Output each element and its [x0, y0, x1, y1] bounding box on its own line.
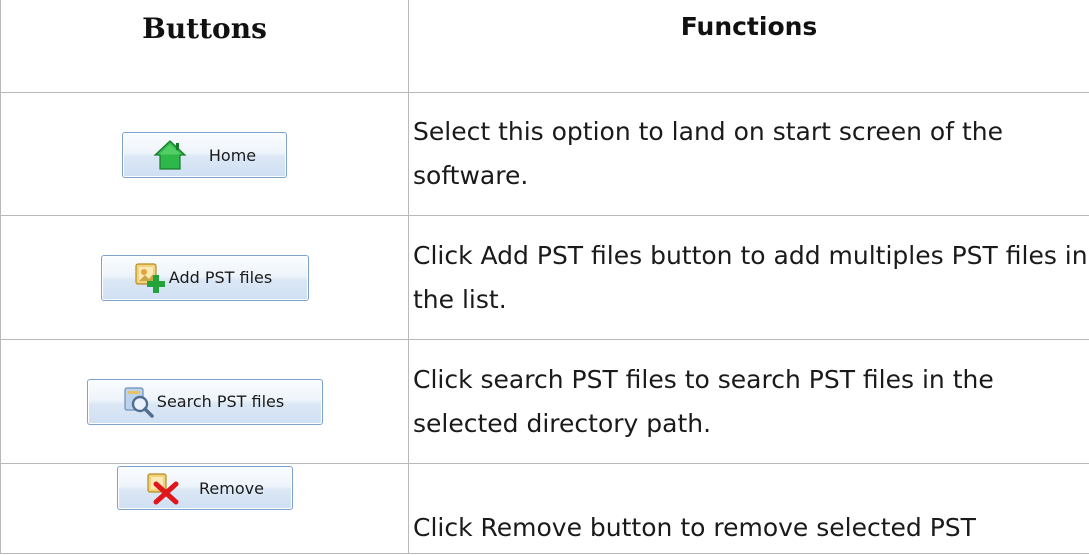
header-buttons-label: Buttons [142, 12, 267, 45]
table-row: Search PST files Click search PST files … [0, 339, 1089, 464]
buttons-functions-table: Buttons Functions Home Select this optio… [0, 0, 1089, 554]
function-description: Click search PST files to search PST fil… [408, 339, 1089, 464]
add-pst-files-button-label: Add PST files [168, 268, 273, 287]
home-button[interactable]: Home [122, 132, 287, 178]
header-buttons-cell: Buttons [0, 0, 409, 93]
remove-button[interactable]: Remove [116, 466, 293, 510]
add-pst-files-icon [133, 261, 167, 295]
search-pst-files-icon [121, 385, 155, 419]
table-row: Add PST files Click Add PST files button… [0, 215, 1089, 340]
home-button-label: Home [208, 145, 257, 165]
remove-icon [145, 471, 179, 505]
button-cell: Add PST files [0, 215, 409, 340]
home-icon [153, 138, 187, 172]
button-cell: Remove [0, 463, 409, 554]
function-description: Click Add PST files button to add multip… [408, 215, 1089, 340]
table-header-row: Buttons Functions [0, 0, 1089, 93]
remove-button-label: Remove [199, 478, 264, 498]
table-row: Remove Click Remove button to remove sel… [0, 463, 1089, 554]
function-description: Select this option to land on start scre… [408, 92, 1089, 216]
button-cell: Search PST files [0, 339, 409, 464]
button-cell: Home [0, 92, 409, 216]
function-description: Click Remove button to remove selected P… [408, 463, 1089, 554]
search-pst-files-button[interactable]: Search PST files [86, 378, 323, 425]
table-row: Home Select this option to land on start… [0, 92, 1089, 216]
header-functions-cell: Functions [408, 0, 1089, 93]
search-pst-files-button-label: Search PST files [156, 392, 285, 411]
add-pst-files-button[interactable]: Add PST files [100, 254, 309, 301]
header-functions-label: Functions [680, 12, 818, 41]
